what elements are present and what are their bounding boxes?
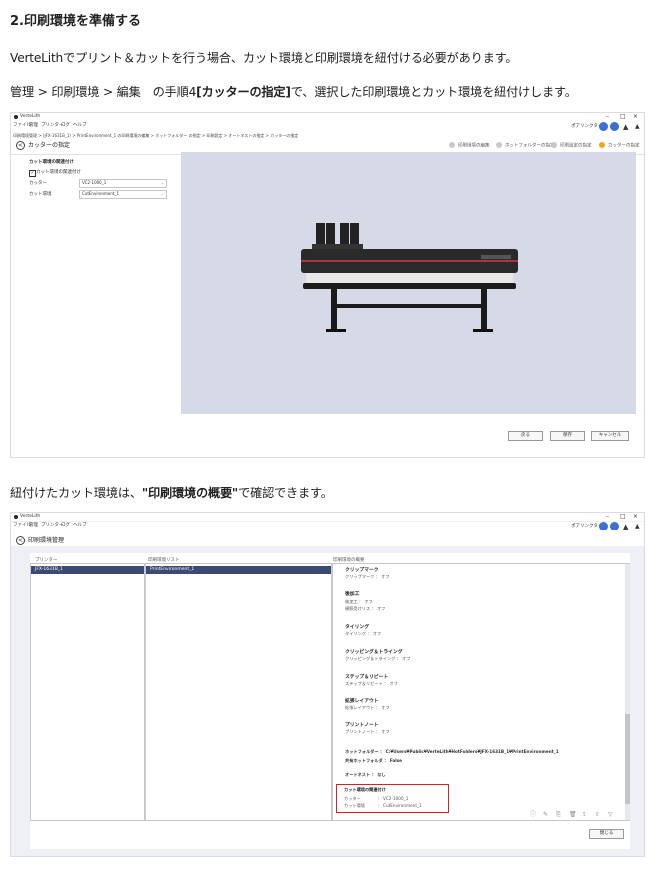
page-header: < 印刷環境管理 <box>11 530 644 546</box>
printer-image <box>301 223 518 332</box>
close-button[interactable]: 閉じる <box>589 829 624 839</box>
status-text: ポアリンクター <box>571 524 603 529</box>
overview-paragraph: 紐付けたカット環境は、"印刷環境の概要"で確認できます。 <box>10 486 333 500</box>
step-edit-environment: 印刷環境の編集 <box>449 142 490 149</box>
intro-paragraph: VerteLithでプリント＆カットを行う場合、カット環境と印刷環境を紐付ける必… <box>10 51 518 65</box>
overview-section-title: ステップ＆リピート <box>345 675 389 680</box>
section-heading: 2.印刷環境を準備する <box>10 14 141 29</box>
menu-log[interactable]: ログ <box>61 123 70 129</box>
title-bar: VerteLith – □ × <box>11 113 644 121</box>
export-icon[interactable]: ⇪ <box>582 812 587 818</box>
back-button[interactable]: < <box>16 141 25 150</box>
overview-detail: プリントノート ： オフ <box>345 729 390 734</box>
copy-icon[interactable]: ⎘ <box>556 812 561 818</box>
autonest-line: オートネスト ： なし <box>345 772 386 777</box>
environment-row[interactable]: PrintEnvironment_1 <box>146 566 331 574</box>
menu-help[interactable]: ヘルプ <box>73 123 87 129</box>
delete-icon[interactable]: 🗑 <box>569 812 577 818</box>
minimize-icon[interactable]: – <box>606 113 609 120</box>
bell-icon[interactable]: ▲ <box>623 123 628 131</box>
overview-section-title: プリントノート <box>345 723 379 728</box>
close-icon[interactable]: × <box>633 113 638 120</box>
overview-section-title: タイリング <box>345 625 369 630</box>
filter-icon[interactable]: ▽ <box>608 812 613 818</box>
cut-link-checkbox-label: カット環境の関連付け <box>36 170 81 175</box>
overview-detail: クリッピング＆トライング ： オフ <box>345 656 411 661</box>
info-icon[interactable]: ⓘ <box>530 812 536 818</box>
network-icon[interactable] <box>599 122 608 131</box>
step-hotfolder: ホットフォルダーの指定 <box>496 142 555 149</box>
save-button[interactable]: 保存 <box>550 431 585 441</box>
cut-env-row: カット環境 ： CutEnvironment_1 <box>344 803 422 808</box>
cut-link-section-title: カット環境の関連付け <box>344 787 386 792</box>
cutter-label: カッター <box>29 181 47 186</box>
app-title: VerteLith <box>20 114 41 119</box>
minimize-icon[interactable]: – <box>606 513 609 520</box>
page-title: カッターの指定 <box>28 142 71 149</box>
menu-help[interactable]: ヘルプ <box>73 523 87 529</box>
cutter-assignment-screenshot: VerteLith – □ × ファイル 管理 プリンター ログ ヘルプ ポアリ… <box>10 112 645 458</box>
share-icon[interactable]: ⇧ <box>595 812 600 818</box>
step-print-settings: 印刷設定の指定 <box>551 142 592 149</box>
back-button[interactable]: < <box>16 536 25 545</box>
collapse-icon[interactable]: ▲ <box>635 123 640 130</box>
cut-link-section-title: カット環境の関連付け <box>29 160 74 165</box>
title-bar: VerteLith – □ × <box>11 513 644 521</box>
printer-preview <box>181 152 636 414</box>
maximize-icon[interactable]: □ <box>620 113 626 120</box>
back-step-button[interactable]: 戻る <box>508 431 543 441</box>
environment-overview-screenshot: VerteLith – □ × ファイル 管理 プリンター ログ ヘルプ ポアリ… <box>10 512 645 857</box>
cut-link-highlight-box: カット環境の関連付け カッター ： VC2-1000_1 カット環境 ： Cut… <box>336 784 449 813</box>
printer-row[interactable]: JFX-1631B_1 <box>31 566 144 574</box>
chevron-down-icon: ⌄ <box>160 180 164 185</box>
close-icon[interactable]: × <box>633 513 638 520</box>
cutter-select[interactable]: VC2-1000_1 ⌄ <box>79 179 167 188</box>
menu-bar: ファイル 管理 プリンター ログ ヘルプ ポアリンクター ▲ ▲ <box>11 122 644 131</box>
chevron-down-icon: ⌄ <box>160 191 164 196</box>
cutter-row: カッター ： VC2-1000_1 <box>344 796 409 801</box>
app-title: VerteLith <box>20 514 41 519</box>
overview-detail: 拡張レイアウト ： オフ <box>345 705 390 710</box>
page-title: 印刷環境管理 <box>28 537 65 544</box>
environment-list: PrintEnvironment_1 <box>145 563 332 821</box>
cloud-icon[interactable] <box>610 122 619 131</box>
overview-section-title: 拡張レイアウト <box>345 699 379 704</box>
overview-detail: 後加工 ： オフ 横筋受けリス ： オフ <box>345 599 386 611</box>
menu-log[interactable]: ログ <box>61 523 70 529</box>
menu-manage[interactable]: 管理 <box>29 523 38 529</box>
cut-env-select[interactable]: CutEnvironment_1 ⌄ <box>79 190 167 199</box>
overview-detail: クリップマーク ： オフ <box>345 574 390 579</box>
maximize-icon[interactable]: □ <box>620 513 626 520</box>
breadcrumb: 印刷環境管理 > (JFX-1631B_1) > PrintEnvironmen… <box>13 133 299 138</box>
edit-icon[interactable]: ✎ <box>543 812 548 818</box>
cut-env-label: カット環境 <box>29 192 52 197</box>
cut-link-checkbox[interactable]: ✓ <box>29 170 36 177</box>
collapse-icon[interactable]: ▲ <box>635 523 640 530</box>
scrollbar[interactable] <box>625 564 630 820</box>
overview-detail: タイリング ： オフ <box>345 631 382 636</box>
overview-pane: クリップマーク クリップマーク ： オフ 後加工 後加工 ： オフ 横筋受けリス… <box>332 563 630 821</box>
step-cutter: カッターの指定 <box>599 142 640 149</box>
app-logo-icon <box>14 114 18 119</box>
overview-section-title: 後加工 <box>345 592 360 597</box>
overview-section-title: クリッピング＆トライング <box>345 650 403 655</box>
overview-detail: ステップ＆リピート ： オフ <box>345 681 398 686</box>
scrollbar-thumb[interactable] <box>625 714 630 804</box>
instruction-paragraph: 管理 > 印刷環境 > 編集 の手順4[カッターの指定]で、選択した印刷環境とカ… <box>10 85 577 99</box>
app-logo-icon <box>14 514 18 519</box>
printer-list: JFX-1631B_1 <box>30 563 145 821</box>
menu-bar: ファイル 管理 プリンター ログ ヘルプ ポアリンクター ▲ ▲ <box>11 522 644 531</box>
overview-section-title: クリップマーク <box>345 568 379 573</box>
cancel-button[interactable]: キャンセル <box>591 431 629 441</box>
status-text: ポアリンクター <box>571 124 603 129</box>
shared-hotfolder-line: 共有ホットフォルダ ： False <box>345 758 403 763</box>
menu-manage[interactable]: 管理 <box>29 123 38 129</box>
hotfolder-line: ホットフォルダー ： C:¥Users¥Public¥VerteLith¥Hot… <box>345 749 559 754</box>
